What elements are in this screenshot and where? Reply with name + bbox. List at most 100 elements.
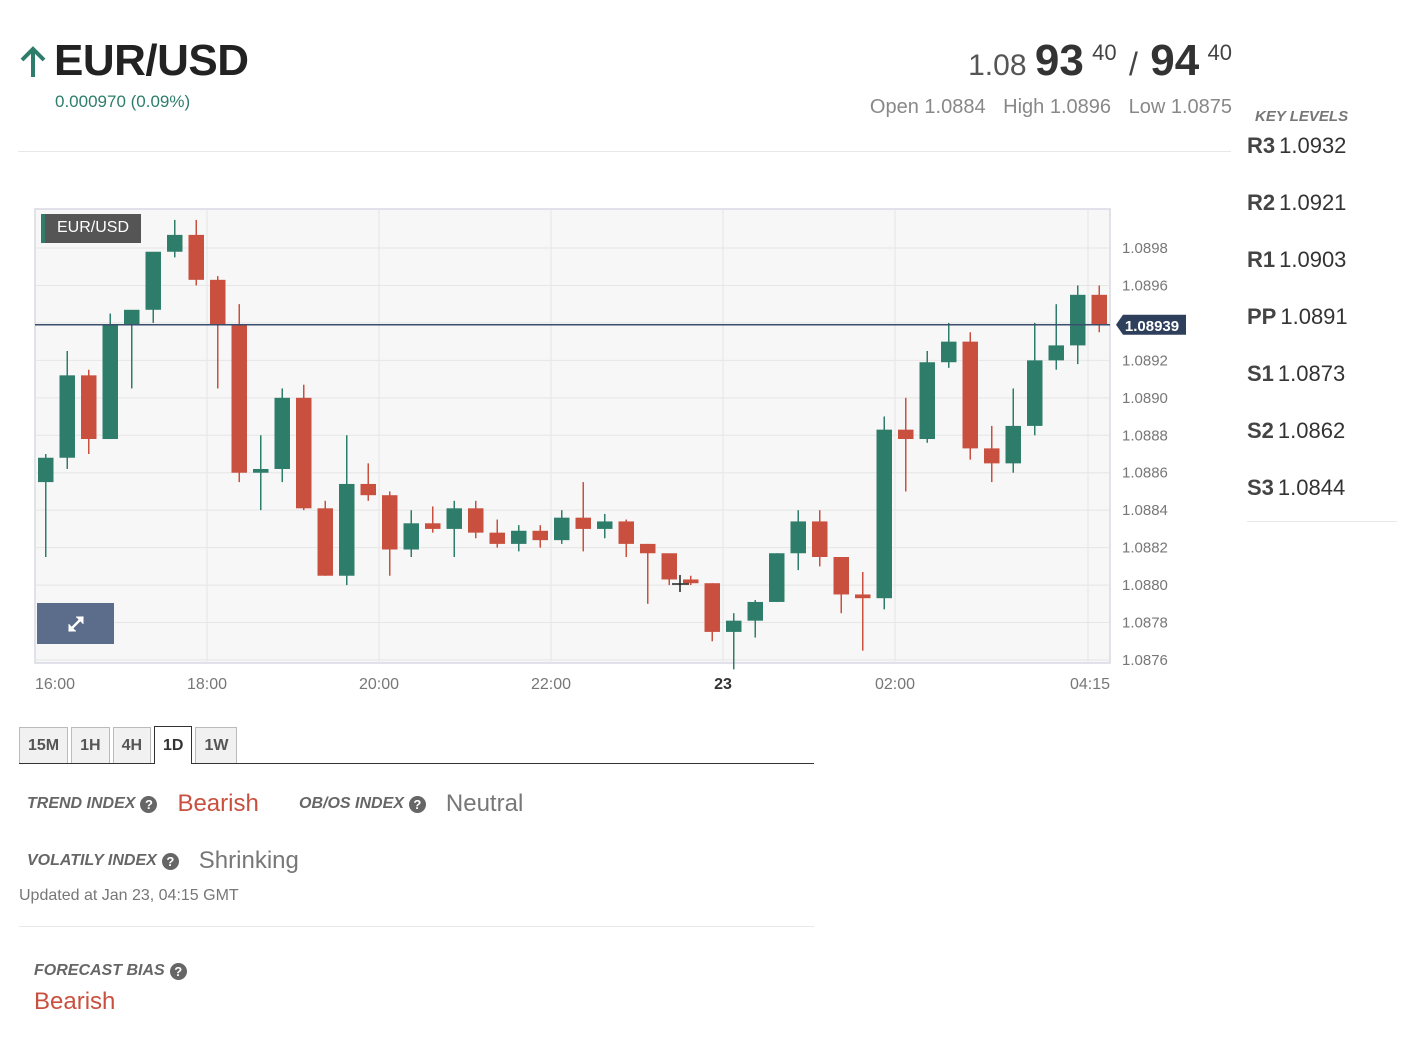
key-level-value: 1.0844 xyxy=(1277,475,1346,500)
quote-separator: / xyxy=(1128,46,1138,82)
key-level-value: 1.0891 xyxy=(1280,304,1348,329)
timeframe-tabs: 15M 1H 4H 1D 1W xyxy=(19,726,814,764)
candle-body xyxy=(812,521,828,557)
candle-body xyxy=(984,448,1000,464)
help-icon[interactable]: ? xyxy=(161,852,179,870)
y-tick-label: 1.0886 xyxy=(1122,465,1168,482)
candle-body xyxy=(769,553,785,602)
key-level-name: S1 xyxy=(1247,361,1274,386)
candle-body xyxy=(726,620,742,632)
candle-body xyxy=(790,521,806,554)
candle-body xyxy=(167,234,183,252)
tab-1d[interactable]: 1D xyxy=(154,726,193,764)
forecast-bias-label-text: FORECAST BIAS xyxy=(34,962,165,979)
key-level-r3: R3 1.0932 xyxy=(1247,133,1397,190)
candle-body xyxy=(317,508,333,576)
volatility-index-value: Shrinking xyxy=(198,847,299,874)
price-chart[interactable]: 1.0898 1.0896 1.0892 1.0890 1.0888 1.0886 1.08… xyxy=(0,190,1240,710)
candle-body xyxy=(618,521,634,544)
y-tick-label: 1.0882 xyxy=(1122,540,1168,557)
pair-row: EUR/USD xyxy=(18,36,249,86)
candle-body xyxy=(876,429,892,599)
candle-body xyxy=(919,362,935,440)
low-price: Low 1.0875 xyxy=(1128,96,1232,118)
candle-body xyxy=(59,375,75,458)
candle-body xyxy=(511,530,527,544)
key-level-value: 1.0862 xyxy=(1277,418,1346,443)
forecast-bias-value: Bearish xyxy=(34,988,116,1015)
candle xyxy=(317,500,333,576)
candle-body xyxy=(597,521,613,529)
volatility-index-label-text: VOLATILY INDEX xyxy=(27,852,157,869)
candle-body xyxy=(253,468,269,473)
x-tick-label: 20:00 xyxy=(359,676,399,693)
candle-body xyxy=(124,309,140,325)
obos-index-label: OB/OS INDEX? xyxy=(299,795,426,813)
help-icon[interactable]: ? xyxy=(169,962,187,980)
candle-body xyxy=(38,457,54,483)
x-tick-label: 02:00 xyxy=(875,676,915,693)
quote-panel: 1.08 93 40 / 94 40 Open 1.0884 High 1.08… xyxy=(858,36,1232,119)
candle-body xyxy=(683,579,699,584)
candle-body xyxy=(274,397,290,469)
candle-body xyxy=(468,508,484,533)
candle-body xyxy=(81,375,97,440)
candle xyxy=(296,384,312,511)
candle-body xyxy=(403,523,419,550)
ask-big: 94 xyxy=(1150,36,1200,85)
tab-15m[interactable]: 15M xyxy=(19,727,69,763)
candle-body xyxy=(339,483,355,576)
candle-body xyxy=(661,553,677,580)
tab-1w[interactable]: 1W xyxy=(195,727,238,763)
help-icon[interactable]: ? xyxy=(140,795,158,813)
high-price: High 1.0896 xyxy=(1003,96,1112,118)
tab-4h[interactable]: 4H xyxy=(112,727,152,763)
section-divider xyxy=(19,926,814,927)
candle xyxy=(102,313,118,440)
candle-body xyxy=(188,234,204,280)
candlestick-chart[interactable]: 1.0898 1.0896 1.0892 1.0890 1.0888 1.0886 1.08… xyxy=(0,190,1240,710)
expand-icon xyxy=(67,615,84,632)
candle-body xyxy=(640,543,656,554)
candle-body xyxy=(855,594,871,599)
pair-change: 0.000970 (0.09%) xyxy=(55,92,191,111)
candle xyxy=(769,553,785,602)
candle xyxy=(274,388,290,483)
candle-body xyxy=(575,517,591,529)
candle-body xyxy=(962,341,978,449)
key-level-pp: PP 1.0891 xyxy=(1247,304,1397,361)
candle-body xyxy=(210,279,226,325)
candle-body xyxy=(231,324,247,473)
volatility-index-label: VOLATILY INDEX? xyxy=(27,852,179,870)
key-levels-divider xyxy=(1247,521,1397,522)
ask-sup: 40 xyxy=(1207,40,1232,65)
key-level-value: 1.0932 xyxy=(1279,133,1347,158)
header-divider xyxy=(18,151,1231,152)
key-level-name: S3 xyxy=(1247,475,1274,500)
candle-body xyxy=(704,583,720,632)
key-level-name: R2 xyxy=(1247,190,1276,215)
obos-index-row: OB/OS INDEX? Neutral xyxy=(299,790,523,818)
key-level-name: R1 xyxy=(1247,247,1276,272)
bid-sup: 40 xyxy=(1092,40,1117,65)
y-tick-label: 1.0876 xyxy=(1122,652,1168,669)
key-level-value: 1.0903 xyxy=(1279,247,1347,272)
ohl-stats: Open 1.0884 High 1.0896 Low 1.0875 xyxy=(858,96,1232,119)
candle-body xyxy=(489,532,505,544)
trend-index-label-text: TREND INDEX xyxy=(27,795,136,812)
bid-ask-quote: 1.08 93 40 / 94 40 xyxy=(858,36,1232,86)
bid-prefix: 1.08 xyxy=(968,49,1027,82)
expand-chart-button[interactable] xyxy=(37,603,114,644)
key-level-s2: S2 1.0862 xyxy=(1247,418,1397,475)
open-price: Open 1.0884 xyxy=(869,96,986,118)
tab-1h[interactable]: 1H xyxy=(71,727,110,763)
forecast-bias-label: FORECAST BIAS? xyxy=(34,962,187,980)
help-icon[interactable]: ? xyxy=(408,795,426,813)
candle-body xyxy=(1027,360,1043,426)
key-level-name: R3 xyxy=(1247,133,1276,158)
y-tick-label: 1.0896 xyxy=(1122,277,1168,294)
pair-name: EUR/USD xyxy=(54,36,249,85)
candle-body xyxy=(898,429,914,440)
pair-header: EUR/USD 0.000970 (0.09%) xyxy=(18,36,249,112)
updated-timestamp: Updated at Jan 23, 04:15 GMT xyxy=(19,887,239,904)
